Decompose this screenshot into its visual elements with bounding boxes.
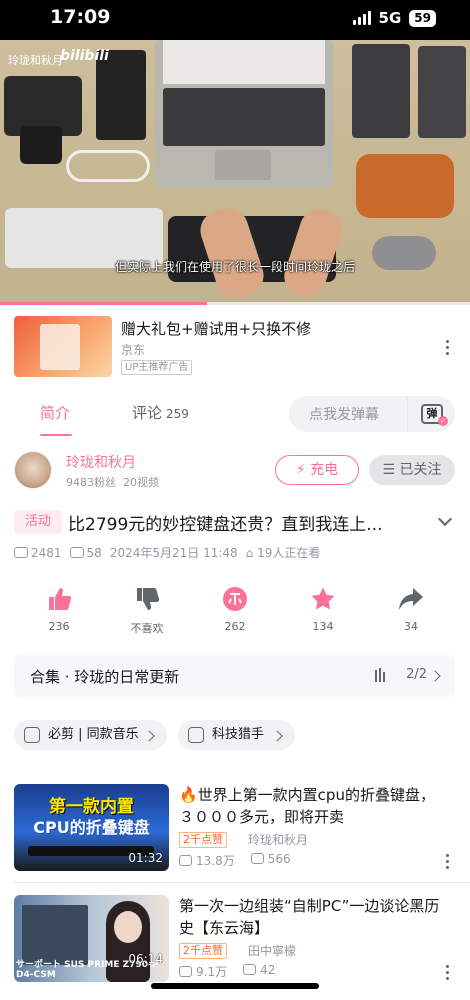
progress-fill	[0, 302, 207, 305]
danmaku-count-icon	[250, 853, 264, 864]
chevron-down-icon[interactable]	[437, 511, 453, 527]
action-row: 236 不喜欢 262 134 34	[0, 586, 470, 636]
network-type: 5G	[378, 9, 402, 27]
share-icon	[399, 588, 423, 610]
uploader-meta: 9483粉丝 20视频	[66, 476, 159, 489]
battery-icon: 59	[409, 9, 436, 27]
thumbnail-text: CPU的折叠键盘	[33, 818, 150, 837]
signal-icon	[352, 11, 371, 25]
ad-title: 赠大礼包+赠试用+只换不修	[121, 320, 312, 338]
video-thumbnail: サーポート SUS PRIME Z790-P D4-CSM 06:14	[14, 895, 169, 982]
home-indicator[interactable]	[151, 983, 319, 989]
more-options-icon[interactable]	[444, 965, 450, 980]
ad-tag: UP主推荐广告	[121, 360, 193, 375]
video-duration: 06:14	[128, 952, 163, 966]
scene-object	[356, 154, 454, 218]
scene-object	[66, 150, 150, 182]
danmaku-count-icon	[243, 964, 257, 975]
video-duration: 01:32	[128, 851, 163, 865]
danmaku-count: 58	[86, 545, 102, 560]
check-icon: ✓	[438, 416, 448, 426]
related-video-card[interactable]: サーポート SUS PRIME Z790-P D4-CSM 06:14 第一次一…	[14, 895, 456, 983]
ad-source: 京东	[121, 343, 146, 357]
likes-badge: 2千点赞	[179, 832, 227, 848]
thumbs-down-icon	[137, 588, 160, 610]
related-video-title: 🔥世界上第一款内置cpu的折叠键盘，３０００多元，即将开卖	[179, 786, 435, 826]
danmaku-input[interactable]: 点我发弹幕 弹 ✓	[289, 396, 455, 432]
related-uploader: 田中寧檬	[248, 944, 297, 958]
scene-laptop	[155, 40, 333, 188]
scene-object	[20, 126, 62, 164]
charge-button[interactable]: ⚡ 充电	[275, 455, 359, 485]
coin-icon	[223, 587, 247, 611]
chevron-right-icon	[271, 730, 283, 742]
hashtag-icon	[188, 727, 204, 743]
people-icon: ⌂	[245, 546, 254, 560]
play-icon	[179, 855, 192, 866]
danmaku-toggle-button[interactable]: 弹 ✓	[407, 396, 455, 432]
view-count: 2481	[31, 545, 62, 560]
lightning-icon: ⚡	[295, 462, 306, 478]
divider	[14, 882, 470, 883]
related-video-title: 第一次一边组装“自制PC”一边谈论黑历史【东云海】	[179, 897, 440, 937]
scene-object	[418, 46, 466, 138]
collection-bar[interactable]: 合集 · 玲珑的日常更新 2/2	[14, 655, 455, 697]
related-stats: 9.1万 42	[179, 963, 275, 980]
tag-chip[interactable]: 科技猎手	[178, 720, 295, 750]
scene-object	[352, 44, 410, 138]
ad-card[interactable]: 赠大礼包+赠试用+只换不修 京东 UP主推荐广告	[14, 316, 454, 378]
music-chip[interactable]: 必剪 | 同款音乐	[14, 720, 167, 750]
play-icon	[179, 966, 192, 977]
related-stats: 13.8万 566	[179, 852, 291, 869]
thumbs-up-icon	[49, 588, 72, 610]
status-indicators: 5G 59	[352, 9, 436, 27]
play-icon	[14, 546, 28, 558]
video-stats: 2481 58 2024年5月21日 11:48 ⌂ 19人正在看	[14, 544, 320, 561]
video-thumbnail: 第一款内置 CPU的折叠键盘 01:32	[14, 784, 169, 871]
tab-indicator	[40, 434, 72, 436]
danmaku-count-icon	[69, 546, 84, 558]
video-player[interactable]: 玲珑和秋月 bilibili 但实际上我们在使用了很长一段时间玲珑之后	[0, 40, 470, 304]
danmaku-placeholder: 点我发弹幕	[309, 407, 379, 423]
video-subtitle: 但实际上我们在使用了很长一段时间玲珑之后	[114, 260, 355, 274]
video-progress-bar[interactable]	[0, 302, 470, 305]
likes-badge: 2千点赞	[179, 943, 227, 959]
publish-time: 2024年5月21日 11:48	[109, 546, 238, 560]
star-icon	[311, 587, 335, 610]
status-bar: 17:09 5G 59	[0, 0, 470, 40]
uploader-avatar[interactable]	[14, 451, 52, 489]
chevron-right-icon	[143, 730, 155, 742]
chevron-right-icon	[429, 670, 441, 682]
bilibili-logo: bilibili	[60, 48, 109, 64]
activity-badge[interactable]: 活动	[14, 510, 62, 534]
status-time: 17:09	[50, 6, 111, 28]
playlist-icon	[375, 668, 385, 682]
tab-intro[interactable]: 简介	[40, 402, 70, 423]
more-options-icon[interactable]	[444, 340, 450, 355]
related-uploader: 玲珑和秋月	[248, 833, 309, 847]
ad-thumbnail	[14, 316, 112, 377]
collection-progress: 2/2	[406, 667, 427, 682]
tab-comments[interactable]: 评论 259	[132, 402, 189, 423]
video-title: 比2799元的妙控键盘还贵？直到我连上...	[68, 515, 383, 535]
collection-title: 合集 · 玲珑的日常更新	[30, 668, 180, 686]
uploader-name[interactable]: 玲珑和秋月	[66, 452, 136, 472]
menu-icon: ☰	[382, 462, 396, 478]
music-icon	[24, 727, 40, 743]
follow-button[interactable]: ☰ 已关注	[369, 455, 455, 485]
comment-count: 259	[166, 407, 189, 421]
more-options-icon[interactable]	[444, 854, 450, 869]
watching-count: 19人正在看	[257, 546, 321, 560]
channel-watermark: 玲珑和秋月	[8, 54, 63, 67]
related-video-card[interactable]: 第一款内置 CPU的折叠键盘 01:32 🔥世界上第一款内置cpu的折叠键盘，３…	[14, 784, 456, 872]
